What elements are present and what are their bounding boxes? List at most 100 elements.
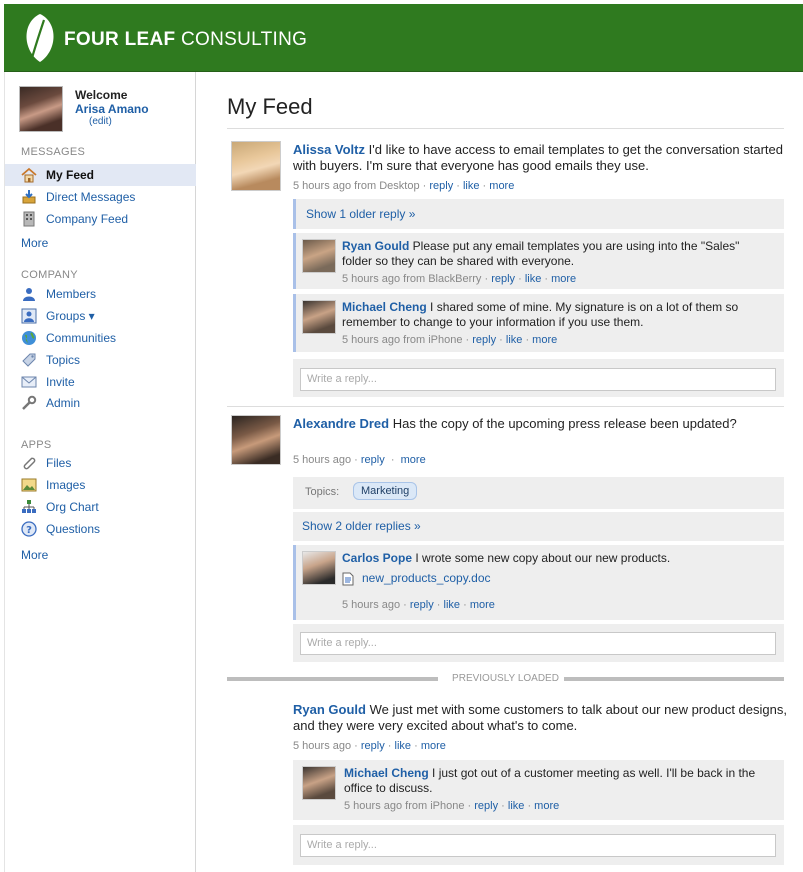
like-link[interactable]: like <box>395 740 412 752</box>
post-message: Ryan Gould We just met with some custome… <box>293 702 787 733</box>
post-meta: 5 hours ago · reply · like · more <box>293 740 446 752</box>
sidebar-item-my-feed[interactable]: My Feed <box>5 164 196 186</box>
reply-link[interactable]: reply <box>472 334 496 346</box>
welcome-label: Welcome <box>75 88 128 102</box>
like-link[interactable]: like <box>506 334 523 346</box>
apps-more-link[interactable]: More <box>21 548 48 562</box>
person-icon <box>23 288 35 301</box>
reply-input-area: Write a reply... <box>293 359 784 397</box>
show-older-replies-link[interactable]: Show 2 older replies » <box>302 519 421 533</box>
alexandre-dred-avatar[interactable] <box>231 415 281 465</box>
reply-author-link[interactable]: Michael Cheng <box>342 300 427 314</box>
like-link[interactable]: like <box>444 599 461 611</box>
brand-name[interactable]: FOUR LEAF CONSULTING <box>64 29 307 51</box>
topic-tag-marketing[interactable]: Marketing <box>353 482 418 500</box>
reply-link[interactable]: reply <box>474 800 498 812</box>
reply-message: Michael Cheng I shared some of mine. My … <box>342 300 739 329</box>
reply-link[interactable]: reply <box>410 599 434 611</box>
more-link[interactable]: more <box>401 454 426 466</box>
michael-cheng-avatar[interactable] <box>302 766 336 800</box>
reply-meta: 5 hours ago from iPhone · reply · like ·… <box>342 334 558 346</box>
sidebar-item-images[interactable]: Images <box>5 474 196 496</box>
page-title: My Feed <box>227 94 313 119</box>
sidebar-item-groups[interactable]: Groups ▾ <box>5 305 196 327</box>
sidebar-item-questions[interactable]: ? Questions <box>5 518 196 540</box>
sidebar-item-company-feed[interactable]: Company Feed <box>5 208 196 230</box>
apps-heading: APPS <box>21 439 52 451</box>
sidebar-item-files[interactable]: Files <box>5 452 196 474</box>
reply-item: Michael Cheng I just got out of a custom… <box>293 760 784 820</box>
post-message: Alissa Voltz I'd like to have access to … <box>293 142 783 173</box>
show-older-bar: Show 1 older reply » <box>293 199 784 229</box>
michael-cheng-avatar[interactable] <box>302 300 336 334</box>
sidebar: Welcome Arisa Amano (edit) MESSAGES My F… <box>4 72 196 872</box>
reply-link[interactable]: reply <box>361 740 385 752</box>
reply-message: Ryan Gould Please put any email template… <box>342 239 740 268</box>
post-author-link[interactable]: Alissa Voltz <box>293 142 365 157</box>
building-icon <box>23 211 35 227</box>
show-older-replies-link[interactable]: Show 1 older reply » <box>306 207 415 221</box>
reply-item: Carlos Pope I wrote some new copy about … <box>293 545 784 620</box>
reply-author-link[interactable]: Michael Cheng <box>344 766 429 780</box>
more-link[interactable]: more <box>532 334 557 346</box>
paperclip-icon <box>23 457 36 470</box>
wrench-icon <box>22 395 37 410</box>
reply-link[interactable]: reply <box>361 454 385 466</box>
like-link[interactable]: like <box>463 180 480 192</box>
reply-author-link[interactable]: Carlos Pope <box>342 551 412 565</box>
document-icon <box>342 572 354 586</box>
like-link[interactable]: like <box>508 800 525 812</box>
ryan-gould-avatar[interactable] <box>302 239 336 273</box>
leaf-logo-icon <box>26 14 54 62</box>
reply-input[interactable]: Write a reply... <box>300 632 776 655</box>
post-author-link[interactable]: Ryan Gould <box>293 702 366 717</box>
svg-text:?: ? <box>26 525 32 536</box>
more-link[interactable]: more <box>421 740 446 752</box>
sidebar-item-direct-messages[interactable]: Direct Messages <box>5 186 196 208</box>
like-link[interactable]: like <box>525 273 542 285</box>
post-divider <box>227 406 784 407</box>
previously-loaded-separator: PREVIOUSLY LOADED <box>227 673 784 685</box>
app-header: FOUR LEAF CONSULTING <box>4 4 803 72</box>
sidebar-item-members[interactable]: Members <box>5 283 196 305</box>
user-name-link[interactable]: Arisa Amano <box>75 102 149 116</box>
globe-icon <box>22 331 36 345</box>
inbox-icon <box>22 190 36 204</box>
reply-input[interactable]: Write a reply... <box>300 368 776 391</box>
attached-file-link[interactable]: new_products_copy.doc <box>362 571 491 585</box>
org-chart-icon <box>22 500 36 513</box>
alissa-voltz-avatar[interactable] <box>231 141 281 191</box>
reply-meta: 5 hours ago from iPhone · reply · like ·… <box>344 800 560 812</box>
post-author-link[interactable]: Alexandre Dred <box>293 416 389 431</box>
edit-profile-link[interactable]: (edit) <box>89 116 112 127</box>
reply-input-area: Write a reply... <box>293 624 784 662</box>
messages-more-link[interactable]: More <box>21 236 48 250</box>
more-link[interactable]: more <box>489 180 514 192</box>
reply-input[interactable]: Write a reply... <box>300 834 776 857</box>
topics-bar: Topics: Marketing <box>293 477 784 509</box>
post-meta: 5 hours ago · reply · more <box>293 454 426 466</box>
sidebar-item-invite[interactable]: Invite <box>5 371 196 393</box>
reply-link[interactable]: reply <box>429 180 453 192</box>
question-icon: ? <box>21 521 37 537</box>
more-link[interactable]: more <box>470 599 495 611</box>
sidebar-item-org-chart[interactable]: Org Chart <box>5 496 196 518</box>
more-link[interactable]: more <box>534 800 559 812</box>
sidebar-item-topics[interactable]: Topics <box>5 349 196 371</box>
main-content: My Feed Alissa Voltz I'd like to have ac… <box>196 72 803 872</box>
show-older-bar: Show 2 older replies » <box>293 512 784 541</box>
sidebar-item-admin[interactable]: Admin <box>5 392 196 414</box>
envelope-icon <box>21 376 37 388</box>
image-icon <box>21 478 37 492</box>
carlos-pope-avatar[interactable] <box>302 551 336 585</box>
reply-link[interactable]: reply <box>491 273 515 285</box>
sidebar-item-communities[interactable]: Communities <box>5 327 196 349</box>
group-icon <box>21 308 37 324</box>
reply-author-link[interactable]: Ryan Gould <box>342 239 409 253</box>
more-link[interactable]: more <box>551 273 576 285</box>
post-message: Alexandre Dred Has the copy of the upcom… <box>293 416 737 431</box>
reply-item: Ryan Gould Please put any email template… <box>293 233 784 289</box>
user-avatar[interactable] <box>19 86 63 132</box>
reply-meta: 5 hours ago · reply · like · more <box>342 599 495 611</box>
tag-icon <box>22 353 36 367</box>
